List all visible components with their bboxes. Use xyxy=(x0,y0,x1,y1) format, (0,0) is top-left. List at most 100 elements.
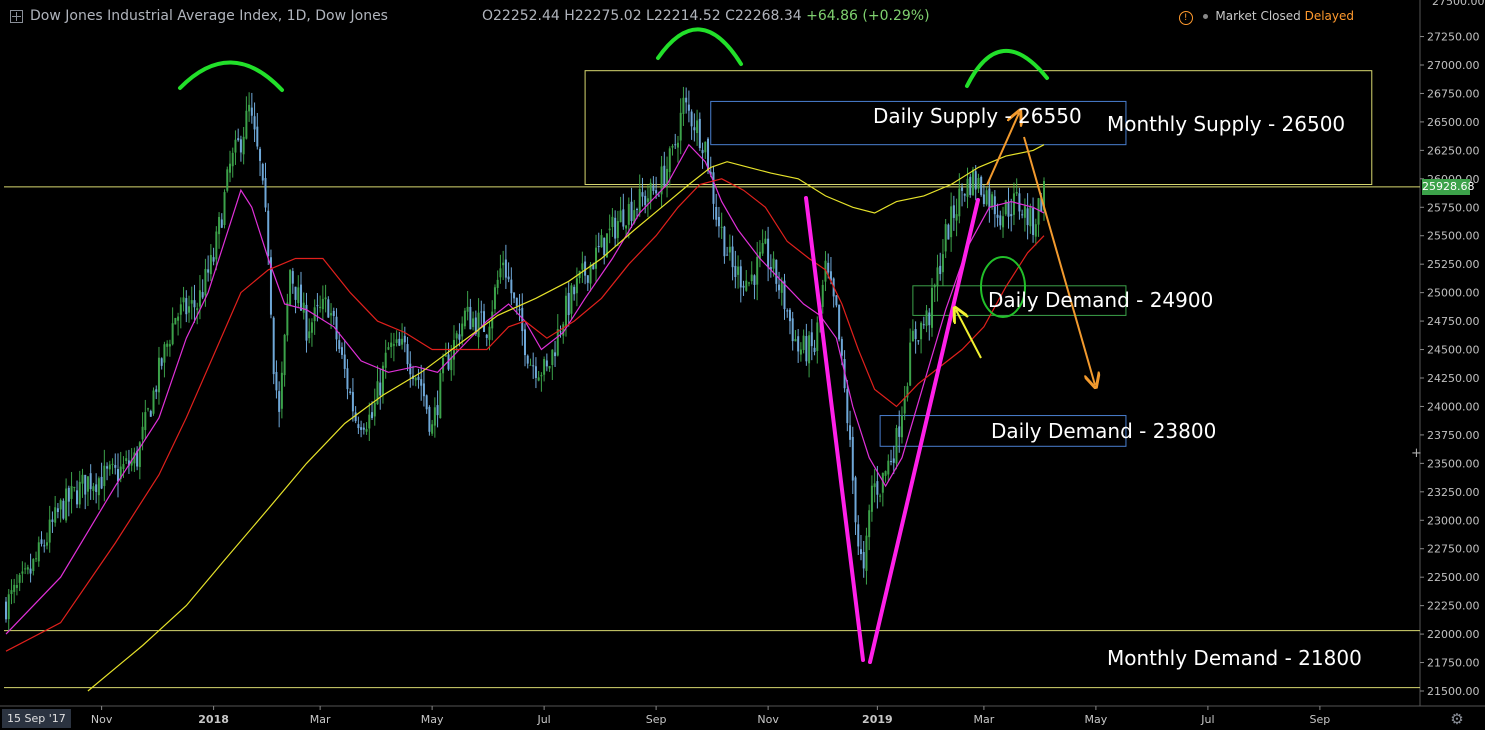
candle-up xyxy=(302,302,305,313)
symbol-title[interactable]: Dow Jones Industrial Average Index, 1D, … xyxy=(30,8,388,24)
candle-down xyxy=(947,224,950,240)
candle-up xyxy=(177,316,180,321)
candle-up xyxy=(802,335,805,351)
candle-up xyxy=(157,357,160,393)
candle-up xyxy=(392,344,395,346)
candle-up xyxy=(190,300,193,304)
candle-up xyxy=(865,535,868,571)
candle-up xyxy=(682,97,685,114)
candle-down xyxy=(185,298,188,315)
candle-down xyxy=(980,176,983,195)
expand-icon[interactable] xyxy=(10,10,23,23)
candle-down xyxy=(698,118,701,149)
candle-up xyxy=(387,347,390,350)
candle-up xyxy=(330,313,333,316)
candle-up xyxy=(73,486,76,488)
candle-down xyxy=(428,406,431,432)
candle-down xyxy=(278,391,281,412)
candle-down xyxy=(343,354,346,369)
candle-up xyxy=(704,141,707,153)
candle-down xyxy=(778,284,781,291)
candle-down xyxy=(346,368,349,390)
candle-up xyxy=(540,375,543,377)
candle-down xyxy=(775,259,778,284)
candle-up xyxy=(373,402,376,417)
candle-down xyxy=(504,259,507,278)
plus-icon[interactable]: + xyxy=(1411,446,1422,461)
candle-up xyxy=(720,226,723,228)
candle-up xyxy=(646,198,649,202)
candle-down xyxy=(813,347,816,352)
candle-up xyxy=(319,306,322,308)
y-tick-label: 27000.00 xyxy=(1427,59,1480,72)
candle-up xyxy=(649,182,652,202)
candle-down xyxy=(690,111,693,127)
candle-up xyxy=(439,373,442,419)
candle-up xyxy=(13,584,16,592)
y-tick-label: 26750.00 xyxy=(1427,87,1480,100)
candle-down xyxy=(939,265,942,275)
candle-up xyxy=(218,216,221,235)
candle-down xyxy=(876,481,879,495)
candle-up xyxy=(168,344,171,347)
alert-icon[interactable]: ! xyxy=(1178,11,1193,25)
candle-down xyxy=(838,304,841,340)
candle-up xyxy=(179,304,182,315)
candle-up xyxy=(24,568,27,570)
candle-down xyxy=(362,427,365,430)
candle-down xyxy=(40,539,43,544)
candle-up xyxy=(198,290,201,307)
zone-label: Monthly Demand - 21800 xyxy=(1107,646,1362,670)
candle-down xyxy=(207,269,210,273)
candle-up xyxy=(764,238,767,244)
candle-down xyxy=(999,215,1002,226)
candle-down xyxy=(731,246,734,268)
status-dot-icon xyxy=(1202,14,1208,19)
candle-down xyxy=(403,335,406,343)
candle-down xyxy=(701,149,704,154)
candle-down xyxy=(545,360,548,367)
candle-down xyxy=(261,163,264,181)
candle-down xyxy=(114,464,117,468)
candle-down xyxy=(603,237,606,256)
candle-up xyxy=(204,268,207,296)
candle-up xyxy=(537,377,540,381)
y-tick-label: 21750.00 xyxy=(1427,657,1480,670)
price-chart[interactable]: 21500.00 21750.00 22000.00 22250.00 22500.00… xyxy=(0,0,1485,730)
candle-up xyxy=(816,322,819,351)
candle-up xyxy=(7,594,10,620)
candle-up xyxy=(297,287,300,304)
candle-down xyxy=(753,275,756,285)
candle-down xyxy=(996,214,999,218)
zone-label: Daily Supply - 26550 xyxy=(873,104,1082,128)
candle-up xyxy=(493,287,496,310)
candle-up xyxy=(86,476,89,492)
candle-up xyxy=(414,377,417,381)
candle-down xyxy=(622,209,625,227)
candle-down xyxy=(327,299,330,318)
settings-gear-icon[interactable]: ⚙ xyxy=(1447,709,1467,729)
candle-down xyxy=(693,127,696,131)
candle-up xyxy=(78,481,81,505)
candle-down xyxy=(586,275,589,283)
y-tick-label: 22750.00 xyxy=(1427,543,1480,556)
candle-down xyxy=(510,279,513,294)
candle-down xyxy=(43,545,46,547)
x-tick-label: 2018 xyxy=(198,713,229,726)
candle-up xyxy=(887,460,890,475)
candle-up xyxy=(461,323,464,337)
candle-up xyxy=(933,284,936,288)
candle-up xyxy=(611,216,614,228)
candle-up xyxy=(619,210,622,223)
candle-down xyxy=(425,395,428,410)
candle-up xyxy=(955,214,958,221)
y-tick-label: 26500.00 xyxy=(1427,116,1480,129)
candle-up xyxy=(321,298,324,310)
y-tick-label: 23250.00 xyxy=(1427,486,1480,499)
candle-up xyxy=(141,426,144,440)
candle-down xyxy=(420,379,423,386)
candle-down xyxy=(513,292,516,299)
candle-up xyxy=(808,335,811,364)
candle-down xyxy=(406,344,409,365)
market-status: ! Market Closed Delayed xyxy=(1178,9,1354,25)
